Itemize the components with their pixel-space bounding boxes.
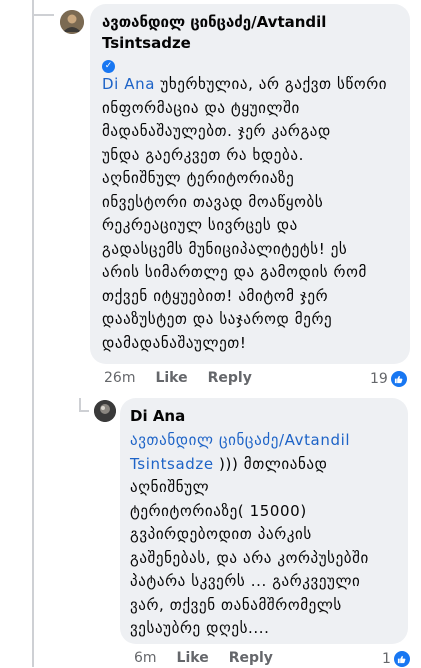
avatar[interactable]: [94, 400, 116, 422]
reply-thread-line: [79, 398, 81, 410]
reply-author[interactable]: Di Ana: [130, 406, 398, 427]
reaction-summary[interactable]: 19: [370, 370, 408, 388]
reply-line: გაშენებას, და არა კორპუსებში: [130, 548, 369, 567]
comment-line: თქვენ იტყუებით! ამიტომ ჯერ: [102, 286, 329, 305]
reply-line: პატარა სკვერს ... გარკვეული: [130, 572, 361, 590]
like-reaction-icon: [392, 650, 411, 668]
verified-badge-icon: ✓: [102, 60, 115, 73]
reply-button[interactable]: Reply: [229, 650, 273, 666]
reply-line: ვესაუბრე დღეს....: [130, 619, 270, 637]
author-name-line2-wrap[interactable]: Tsintsadze: [102, 33, 398, 54]
reply-time[interactable]: 6m: [134, 650, 157, 666]
mention-link-line2[interactable]: Tsintsadze: [130, 455, 214, 473]
reply-body: ავთანდილ ცინცაძე/Avtandil Tsintsadze )))…: [130, 429, 398, 641]
like-reaction-icon: [389, 370, 408, 388]
reply-meta: 6m Like Reply: [134, 650, 293, 666]
reply-bubble: Di Ana ავთანდილ ცინცაძე/Avtandil Tsintsa…: [120, 398, 408, 644]
comment-time[interactable]: 26m: [104, 370, 135, 386]
reply-line: ))) მთლიანად: [213, 454, 328, 473]
author-name-line1[interactable]: ავთანდილ ცინცაძე/Avtandil: [102, 12, 398, 33]
reaction-summary[interactable]: 1: [382, 650, 411, 668]
mention-link[interactable]: ავთანდილ ცინცაძე/Avtandil: [130, 431, 350, 449]
comment-line: ინვესტორი თავად მოაწყობს: [102, 192, 324, 211]
reply-line: გვპირდებოდით პარკის: [130, 525, 312, 543]
comment-body: Di Ana უხერხულია, არ გაქვთ სწორი ინფორმა…: [102, 73, 398, 355]
comment-line: დააზუსტეთ და საჯაროდ მერე: [102, 310, 333, 328]
reply-line: ტერიტორიაზე( 15000): [130, 501, 307, 520]
like-button[interactable]: Like: [177, 650, 209, 666]
comment-author[interactable]: ავთანდილ ცინცაძე/Avtandil Tsintsadze ✓: [102, 12, 398, 75]
reaction-count: 1: [382, 651, 391, 667]
thread-line-branch: [32, 14, 54, 16]
avatar[interactable]: [60, 10, 84, 34]
comment-line: არის სიმართლე და გამოდის რომ: [102, 263, 367, 281]
comment-bubble: ავთანდილ ცინცაძე/Avtandil Tsintsadze ✓ D…: [90, 4, 410, 364]
like-button[interactable]: Like: [155, 370, 187, 386]
comment-line: რეკრეაციულ სივრცეს და: [102, 216, 298, 234]
mention-link[interactable]: Di Ana: [102, 75, 155, 93]
comment-line: დამადანაშაულეთ!: [102, 333, 247, 352]
thread-line: [32, 0, 34, 667]
reply-thread-branch: [79, 410, 89, 412]
comment-line: უხერხულია, არ გაქვთ სწორი: [160, 75, 388, 93]
comment-line: ინფორმაცია და ტყუილში: [102, 98, 300, 117]
comment-line: აღნიშნულ ტერიტორიაზე: [102, 169, 295, 187]
comment-meta: 26m Like Reply: [104, 370, 272, 386]
comment-line: უნდა გაერკვეთ რა ხდება.: [102, 145, 304, 164]
reply-button[interactable]: Reply: [208, 370, 252, 386]
author-name-line2[interactable]: Tsintsadze: [102, 34, 191, 52]
reaction-count: 19: [370, 371, 388, 387]
comment-line: მადანაშაულებთ. ჯერ კარგად: [102, 122, 331, 140]
reply-line: ვარ, თქვენ თანამშრომელს: [130, 595, 342, 614]
comment-line: გადასცემს მუნიციპალიტეტს! ეს: [102, 239, 348, 258]
reply-line: აღნიშნულ: [130, 478, 210, 496]
verified-row: ✓: [102, 54, 398, 75]
